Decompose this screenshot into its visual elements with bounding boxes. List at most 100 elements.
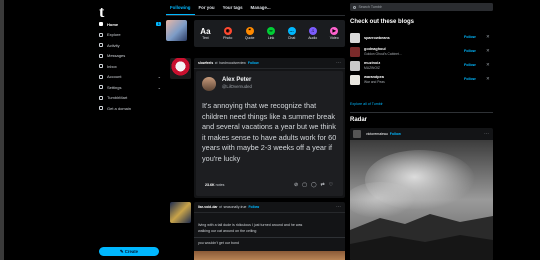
like-heart-icon[interactable]: ♡ [329,182,333,188]
tweet-text: It's annoying that we recognize that chi… [202,101,337,163]
chat-icon: … [287,26,296,35]
reblog-icon: ⇄ [219,205,222,209]
source-blog[interactable]: seasonally-true [223,205,246,209]
more-options-icon[interactable]: ⋯ [336,60,341,66]
search-placeholder: Search Tumblr [358,5,382,9]
sidebar-item-get-a-domain[interactable]: Get a domain [99,103,161,114]
sidebar-item-label: Account [107,74,122,80]
notes-count[interactable]: 23.6K notes [205,183,224,187]
tweet-screenshot: Alex Peter @LilOvernuded It's annoying t… [196,71,343,196]
sidebar-item-settings[interactable]: Settings ⌄ [99,82,161,93]
compose-label: Audio [308,36,318,41]
blog-title: War and Peas [364,80,385,84]
radar-card: victoremaieau Follow ⋯ [350,128,493,260]
person-icon [99,74,103,79]
search-input[interactable]: Search Tumblr [350,3,493,11]
compose-link-button[interactable]: ∞ Link [267,26,276,40]
compose-audio-button[interactable]: ♫ Audio [308,26,318,41]
radar-blog-name[interactable]: victoremaieau [366,132,388,136]
compose-text-button[interactable]: Aa Text [200,27,210,40]
post-author-avatar[interactable] [170,58,191,79]
reblog-divider [194,237,345,238]
radar-photo[interactable] [350,140,493,260]
follow-button[interactable]: Follow [464,35,476,39]
follow-button[interactable]: Follow [464,77,476,81]
post-text-line: living with a tall dude is ridiculous I … [198,223,303,227]
home-icon [99,22,103,27]
close-icon[interactable]: ✕ [486,34,490,40]
create-button[interactable]: ✎ Create [99,247,159,256]
post-author-avatar[interactable] [170,202,191,223]
headphones-icon: ♫ [308,26,317,35]
sidebar-item-explore[interactable]: Explore [99,30,161,41]
blog-name: muzinoiz [364,61,381,65]
blog-name: sparrowbeans [364,35,390,40]
sidebar-item-label: Explore [107,32,121,38]
reblogger-name[interactable]: liar-void-dar [198,205,218,209]
window-edge [0,0,4,260]
quote-icon: ❝ [245,26,254,35]
reblog-button-icon[interactable]: ⇄ [321,182,325,188]
compose-bar: Aa Text ◉ Photo ❝ Quote ∞ Link … Chat ♫ … [194,20,345,47]
radar-title: Radar [350,117,368,123]
more-options-icon[interactable]: ⋯ [484,131,489,137]
sidebar-item-label: Get a domain [107,105,132,111]
sidebar-item-label: Activity [107,42,120,48]
tab-manage[interactable]: Manage... [247,0,275,15]
sidebar-item-activity[interactable]: Activity [99,40,161,51]
share-icon[interactable]: ▢ [302,182,307,188]
notes-number: 23.6K [205,183,215,187]
follow-button[interactable]: Follow [248,61,259,65]
compose-photo-button[interactable]: ◉ Photo [223,26,233,41]
blog-name: warandpea [364,75,384,79]
tab-your-tags[interactable]: Your tags [219,0,247,15]
compose-chat-button[interactable]: … Chat [287,26,296,40]
reblog-icon: ⇄ [214,61,218,65]
close-icon[interactable]: ✕ [486,62,490,68]
suggested-blog[interactable]: muzinoiz MUZINOIZ Follow ✕ [350,59,493,72]
suggested-blog[interactable]: warandpea War and Peas Follow ✕ [350,73,493,86]
compose-quote-button[interactable]: ❝ Quote [245,26,254,40]
follow-button[interactable]: Follow [248,205,259,209]
post-header: slowfeels ⇄ hardmoodsreview Follow ⋯ [194,58,345,69]
follow-button[interactable]: Follow [464,63,476,67]
tab-following[interactable]: Following [166,0,195,15]
sidebar-item-account[interactable]: Account ⌄ [99,72,161,83]
source-blog[interactable]: hardmoodsreview [219,61,246,65]
sidebar-item-inbox[interactable]: Inbox [99,61,161,72]
follow-button[interactable]: Follow [464,49,476,53]
sidebar-nav: Home 1 Explore Activity Messages Inbox A… [99,19,161,114]
blog-avatar [350,47,360,57]
suggested-blog[interactable]: godnaghoul Goldon Ghoul's Cabinet... Fol… [350,45,493,58]
sidebar-item-label: Inbox [107,63,117,69]
close-icon[interactable]: ✕ [486,48,490,54]
chevron-down-icon: ⌄ [157,74,161,80]
follow-button[interactable]: Follow [390,132,401,136]
tweet-author-name: Alex Peter [222,77,252,83]
compose-label: Photo [223,36,233,41]
sidebar-item-messages[interactable]: Messages [99,51,161,62]
explore-link[interactable]: Explore all of Tumblr [350,102,383,106]
close-icon[interactable]: ✕ [486,76,490,82]
user-avatar[interactable] [166,20,187,41]
reply-icon[interactable]: ◯ [311,182,317,188]
block-icon[interactable]: ⊘ [294,182,298,188]
search-icon [353,5,356,9]
post-text-line: walking our cat around on the ceiling [198,229,257,233]
reblogger-name[interactable]: slowfeels [198,61,213,65]
suggested-blog[interactable]: sparrowbeans Follow ✕ [350,31,493,44]
notes-label: notes [215,183,225,187]
link-icon: ∞ [267,26,276,35]
sidebar-item-home[interactable]: Home 1 [99,19,161,30]
blog-title: Goldon Ghoul's Cabinet... [364,52,402,56]
sidebar-item-label: Settings [107,84,122,90]
notification-badge: 1 [156,22,161,27]
radar-blog-avatar[interactable] [353,130,361,138]
compose-video-button[interactable]: ▶ Video [330,26,339,40]
compose-label: Text [202,36,209,40]
globe-icon [99,106,103,111]
tab-for-you[interactable]: For you [195,0,219,15]
more-options-icon[interactable]: ⋯ [336,204,341,210]
post-text-line: you wouldn't get our bond [198,241,240,245]
sidebar-item-tumblrmart[interactable]: TumblrMart [99,93,161,104]
